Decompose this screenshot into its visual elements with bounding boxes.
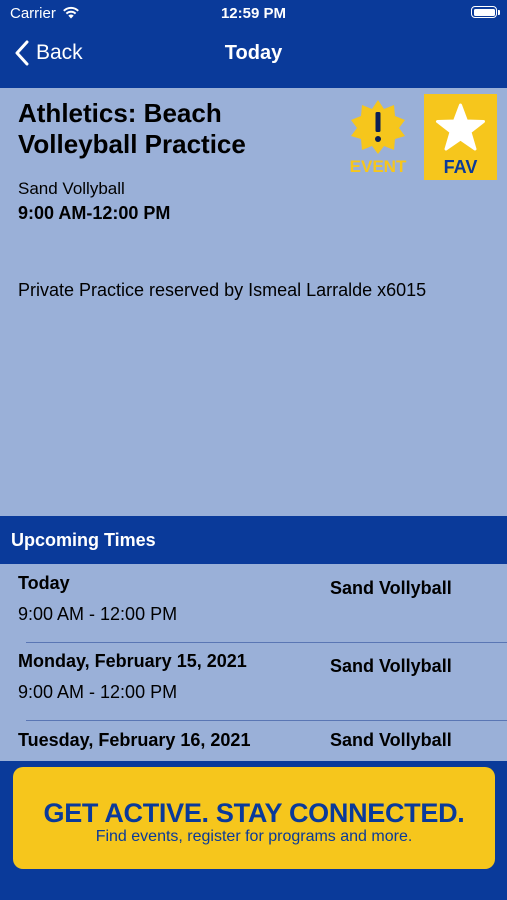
list-item[interactable]: Tuesday, February 16, 2021 Sand Vollybal… <box>0 721 507 761</box>
event-hours: 9:00 AM-12:00 PM <box>18 203 171 223</box>
event-description: Private Practice reserved by Ismeal Larr… <box>18 280 427 300</box>
nav-bar: Back Today <box>0 28 507 88</box>
event-detail: Athletics: Beach Volleyball Practice EVE… <box>0 88 507 516</box>
row-location: Sand Vollyball <box>330 730 452 750</box>
clock: 12:59 PM <box>220 5 287 22</box>
row-date: Tuesday, February 16, 2021 <box>18 730 251 750</box>
event-badge-label: EVENT <box>349 157 407 176</box>
row-location: Sand Vollyball <box>330 578 452 598</box>
row-date: Today <box>18 573 70 593</box>
event-alert-icon <box>351 100 405 154</box>
event-location: Sand Vollyball <box>18 179 125 198</box>
row-time: 9:00 AM - 12:00 PM <box>18 604 178 624</box>
upcoming-times-header: Upcoming Times <box>0 516 507 564</box>
favorite-button[interactable]: FAV <box>424 94 497 180</box>
banner-headline: GET ACTIVE. STAY CONNECTED. <box>43 798 465 828</box>
banner-subline: Find events, register for programs and m… <box>95 828 413 845</box>
battery-icon <box>471 6 500 18</box>
upcoming-times-list[interactable]: Today 9:00 AM - 12:00 PM Sand Vollyball … <box>0 564 507 761</box>
fav-label: FAV <box>443 157 478 177</box>
event-badge: EVENT <box>347 99 409 179</box>
list-item[interactable]: Monday, February 15, 2021 9:00 AM - 12:0… <box>0 642 507 721</box>
promo-banner[interactable]: GET ACTIVE. STAY CONNECTED. Find events,… <box>13 767 495 869</box>
page-title: Today <box>224 42 283 64</box>
row-time: 9:00 AM - 12:00 PM <box>18 682 178 702</box>
event-title: Athletics: Beach Volleyball Practice <box>18 98 246 159</box>
row-location: Sand Vollyball <box>330 656 452 676</box>
list-item[interactable]: Today 9:00 AM - 12:00 PM Sand Vollyball <box>0 564 507 643</box>
star-icon <box>436 103 485 151</box>
status-bar: Carrier 12:59 PM <box>0 0 507 28</box>
row-date: Monday, February 15, 2021 <box>18 651 247 671</box>
upcoming-times-title: Upcoming Times <box>11 530 156 550</box>
footer: GET ACTIVE. STAY CONNECTED. Find events,… <box>0 761 507 900</box>
